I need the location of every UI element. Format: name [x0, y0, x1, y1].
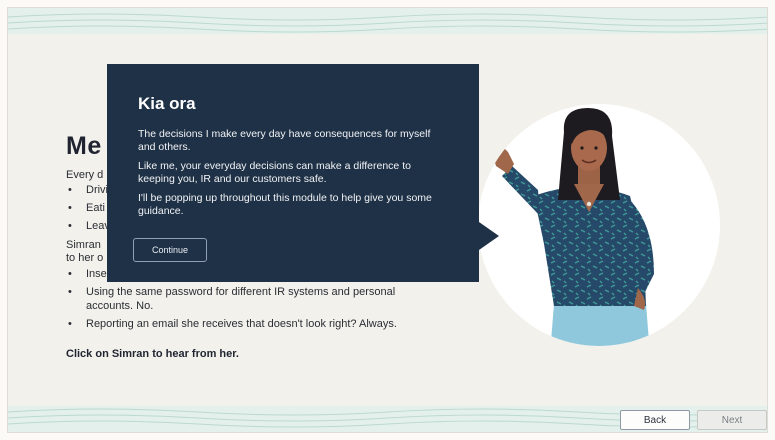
- dialog-title: Kia ora: [138, 94, 196, 113]
- dialog-pointer: [479, 222, 499, 250]
- welcome-dialog: Kia ora The decisions I make every day h…: [107, 64, 479, 282]
- continue-button[interactable]: Continue: [133, 238, 207, 262]
- next-button[interactable]: Next: [697, 410, 767, 430]
- dialog-paragraph: I'll be popping up throughout this modul…: [138, 192, 432, 217]
- simran-character[interactable]: [478, 104, 720, 346]
- list-item: Using the same password for different IR…: [66, 285, 436, 313]
- dialog-paragraph: The decisions I make every day have cons…: [138, 128, 431, 153]
- back-button[interactable]: Back: [620, 410, 690, 430]
- course-player: Me Every d Drivi Eati Leav Simran to her…: [0, 0, 775, 440]
- top-decorative-band: [8, 8, 767, 34]
- click-instruction: Click on Simran to hear from her.: [66, 348, 239, 360]
- list-item: Reporting an email she receives that doe…: [66, 317, 436, 331]
- dialog-paragraph: Like me, your everyday decisions can mak…: [138, 160, 411, 185]
- slide-heading: Me: [66, 132, 102, 160]
- simran-illustration-icon: [494, 108, 654, 346]
- slide: Me Every d Drivi Eati Leav Simran to her…: [7, 7, 768, 433]
